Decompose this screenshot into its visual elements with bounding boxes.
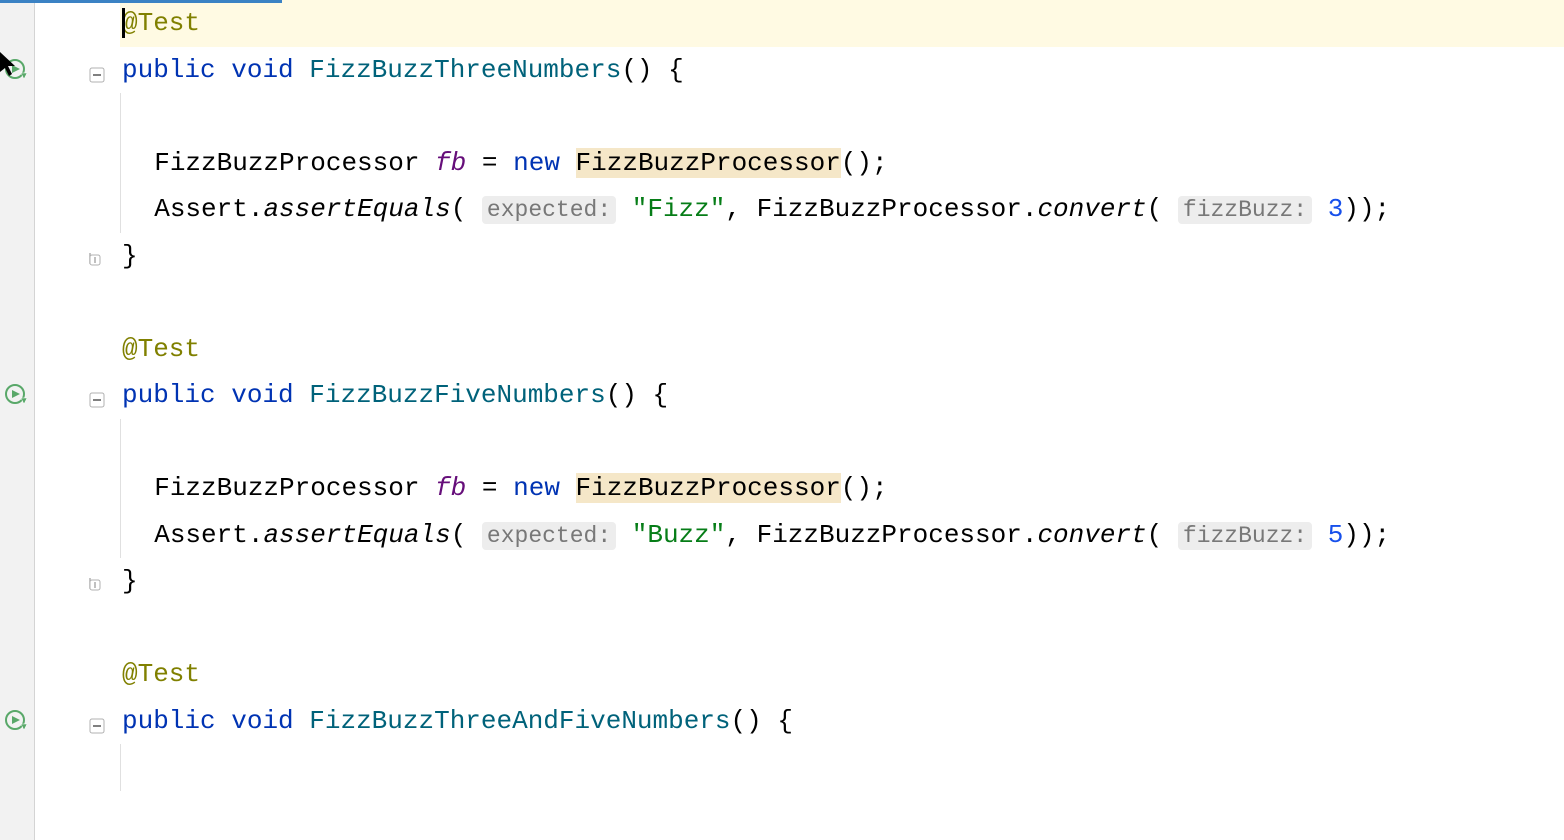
gutter-fold-icons (75, 0, 120, 840)
editor-text-area[interactable]: @Test public void FizzBuzzThreeNumbers() … (120, 0, 1564, 840)
parameter-hint: expected: (482, 522, 616, 550)
code-editor[interactable]: @Test public void FizzBuzzThreeNumbers() … (0, 0, 1564, 840)
code-line[interactable]: public void FizzBuzzFiveNumbers() { (120, 372, 1564, 419)
progress-bar (0, 0, 282, 3)
code-line[interactable]: @Test (120, 0, 1564, 47)
code-line[interactable]: @Test (120, 326, 1564, 373)
annotation: @Test (122, 8, 200, 38)
code-line[interactable]: public void FizzBuzzThreeAndFiveNumbers(… (120, 698, 1564, 745)
intention-bulb-icon[interactable] (120, 57, 124, 89)
fold-end-icon[interactable] (87, 245, 103, 261)
annotation: @Test (122, 659, 200, 689)
code-line[interactable] (120, 279, 1564, 326)
code-line[interactable] (120, 744, 1564, 791)
code-line[interactable]: Assert.assertEquals( expected: "Fizz", F… (120, 186, 1564, 233)
code-line[interactable]: public void FizzBuzzThreeNumbers() { (120, 47, 1564, 94)
code-line[interactable] (120, 93, 1564, 140)
code-line[interactable]: } (120, 558, 1564, 605)
text-caret (122, 8, 125, 38)
mouse-cursor-icon (0, 52, 18, 86)
code-line[interactable]: } (120, 233, 1564, 280)
fold-collapse-icon[interactable] (89, 712, 105, 728)
run-test-icon[interactable] (5, 384, 25, 404)
code-line[interactable] (120, 419, 1564, 466)
fold-collapse-icon[interactable] (89, 386, 105, 402)
gutter-run-icons (0, 0, 35, 840)
parameter-hint: expected: (482, 196, 616, 224)
fold-end-icon[interactable] (87, 570, 103, 586)
fold-collapse-icon[interactable] (89, 61, 105, 77)
code-line[interactable]: Assert.assertEquals( expected: "Buzz", F… (120, 512, 1564, 559)
code-line[interactable]: FizzBuzzProcessor fb = new FizzBuzzProce… (120, 465, 1564, 512)
parameter-hint: fizzBuzz: (1178, 522, 1312, 550)
annotation: @Test (122, 334, 200, 364)
code-line[interactable]: FizzBuzzProcessor fb = new FizzBuzzProce… (120, 140, 1564, 187)
code-line[interactable] (120, 605, 1564, 652)
run-test-icon[interactable] (5, 710, 25, 730)
parameter-hint: fizzBuzz: (1178, 196, 1312, 224)
gutter-line-numbers (35, 0, 75, 840)
code-line[interactable]: @Test (120, 651, 1564, 698)
